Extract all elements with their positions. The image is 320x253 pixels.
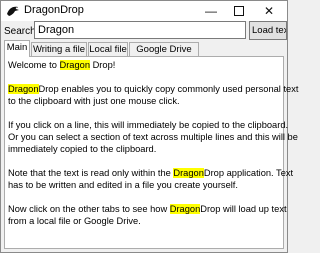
text-segment: Now click on the other tabs to see how: [8, 204, 170, 214]
text-segment: Note that the text is read only within t…: [8, 168, 174, 178]
app-window: DragonDrop — ✕ Search: Load text Main Wr…: [0, 0, 298, 253]
minimize-button[interactable]: —: [197, 1, 225, 21]
search-input[interactable]: [34, 21, 246, 39]
search-highlight: Dragon: [59, 60, 90, 70]
window-title: DragonDrop: [24, 4, 84, 16]
text-line[interactable]: to the clipboard with just one mouse cli…: [8, 95, 280, 107]
dragon-icon: [7, 6, 19, 17]
maximize-icon: [234, 6, 244, 16]
text-line[interactable]: Or you can select a section of text acro…: [8, 131, 298, 143]
close-button[interactable]: ✕: [255, 1, 283, 21]
text-line[interactable]: DragonDrop enables you to quickly copy c…: [8, 83, 298, 95]
tab-writing-a-file[interactable]: Writing a file: [31, 42, 87, 56]
title-bar[interactable]: DragonDrop — ✕: [1, 1, 287, 21]
search-highlight: Dragon: [169, 204, 201, 214]
tab-main[interactable]: Main: [4, 40, 30, 57]
text-line[interactable]: immediately copied to the clipboard.: [8, 143, 280, 155]
text-segment: Welcome to: [8, 60, 60, 70]
load-text-button[interactable]: Load text: [249, 21, 287, 40]
text-segment: Drop application. Text: [203, 168, 294, 178]
maximize-button[interactable]: [225, 1, 253, 21]
tab-local-file[interactable]: Local file: [88, 42, 128, 56]
main-content-panel: Welcome to Dragon Drop! DragonDrop enabl…: [4, 56, 298, 249]
help-text: Welcome to Dragon Drop! DragonDrop enabl…: [8, 59, 298, 227]
text-line[interactable]: has to be written and edited in a file y…: [8, 179, 280, 191]
text-line[interactable]: Note that the text is read only within t…: [8, 167, 293, 179]
text-line[interactable]: If you click on a line, this will immedi…: [8, 119, 288, 131]
text-segment: Drop will load up text: [200, 204, 287, 214]
search-highlight: Dragon: [8, 84, 39, 94]
tab-google-drive-file[interactable]: Google Drive file: [129, 42, 199, 68]
search-highlight: Dragon: [173, 168, 204, 178]
text-segment: Drop!: [90, 60, 116, 70]
text-line[interactable]: Welcome to Dragon Drop!: [8, 59, 280, 71]
text-segment: Drop enables you to quickly copy commonl…: [38, 84, 299, 94]
text-line[interactable]: Now click on the other tabs to see how D…: [8, 203, 287, 215]
text-line[interactable]: from a local file or Google Drive.: [8, 215, 280, 227]
